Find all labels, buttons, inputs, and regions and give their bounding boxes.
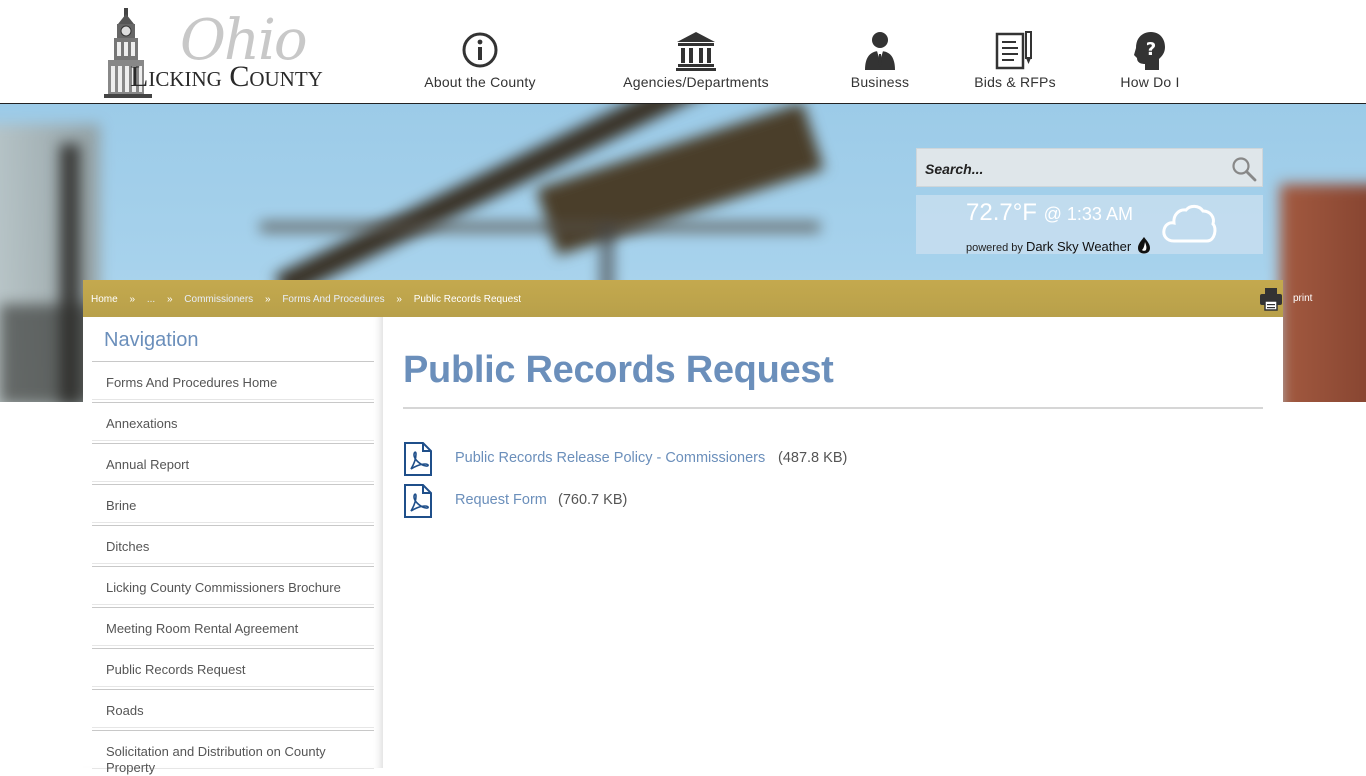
- document-pen-icon: [995, 31, 1032, 70]
- nav-label: About the County: [424, 74, 536, 90]
- courthouse-icon: [676, 32, 716, 71]
- pdf-icon: [404, 484, 432, 518]
- document-item: Request Form (760.7 KB): [403, 484, 1003, 520]
- nav-label: Agencies/Departments: [623, 74, 769, 90]
- breadcrumb-home[interactable]: Home: [91, 294, 118, 305]
- sidebar-heading: Navigation: [104, 329, 199, 351]
- nav-how-do-i[interactable]: ? How Do I: [1110, 28, 1190, 98]
- question-head-icon: ?: [1134, 32, 1165, 70]
- document-link[interactable]: Public Records Release Policy - Commissi…: [455, 450, 765, 466]
- sidebar-nav-list: Forms And Procedures Home Annexations An…: [92, 361, 374, 775]
- breadcrumb-current: Public Records Request: [413, 294, 521, 305]
- weather-provider: Dark Sky Weather: [1025, 239, 1132, 254]
- breadcrumb-separator: »: [166, 294, 173, 305]
- weather-widget[interactable]: 72.7°F @ 1:33 AM powered by Dark Sky Wea…: [916, 195, 1263, 254]
- search-icon[interactable]: [1230, 155, 1258, 183]
- dark-sky-logo-icon: [1138, 237, 1151, 254]
- powered-by-text: powered by: [966, 242, 1023, 254]
- pdf-icon: [404, 442, 432, 476]
- breadcrumb-forms-procedures[interactable]: Forms And Procedures: [282, 294, 384, 305]
- document-link[interactable]: Request Form: [455, 492, 547, 508]
- nav-business[interactable]: Business: [840, 28, 920, 98]
- breadcrumb-separator: »: [264, 294, 271, 305]
- logo-county-name: Licking County: [130, 60, 323, 93]
- title-divider: [403, 407, 1263, 409]
- weather-time: @ 1:33 AM: [1043, 204, 1133, 224]
- breadcrumb-separator: »: [396, 294, 402, 305]
- sidebar-item-brine[interactable]: Brine: [92, 484, 374, 523]
- document-item: Public Records Release Policy - Commissi…: [403, 442, 1003, 478]
- breadcrumb-ellipsis[interactable]: ...: [147, 294, 155, 305]
- sidebar-item-annual-report[interactable]: Annual Report: [92, 443, 374, 482]
- sidebar-item-forms-home[interactable]: Forms And Procedures Home: [92, 361, 374, 400]
- search-input[interactable]: [923, 155, 1227, 183]
- cloud-icon: [1162, 204, 1217, 243]
- print-label: print: [1293, 293, 1313, 304]
- svg-text:?: ?: [1146, 39, 1156, 60]
- breadcrumb: Home » ... » Commissioners » Forms And P…: [91, 294, 521, 305]
- document-size: (487.8 KB): [778, 450, 848, 466]
- sidebar: Navigation Forms And Procedures Home Ann…: [83, 317, 383, 775]
- businessman-icon: [865, 32, 895, 70]
- sidebar-item-brochure[interactable]: Licking County Commissioners Brochure: [92, 566, 374, 605]
- county-logo[interactable]: Ohio Licking County: [96, 2, 332, 102]
- main-content: Public Records Request Public Records Re…: [383, 317, 1283, 768]
- breadcrumb-separator: »: [129, 294, 136, 305]
- nav-label: Bids & RFPs: [974, 74, 1056, 90]
- sidebar-item-roads[interactable]: Roads: [92, 689, 374, 728]
- nav-agencies-departments[interactable]: Agencies/Departments: [616, 28, 776, 98]
- breadcrumb-commissioners[interactable]: Commissioners: [184, 294, 253, 305]
- nav-label: Business: [850, 74, 910, 90]
- site-header: Ohio Licking County About the County Age…: [0, 0, 1366, 104]
- printer-icon: [1260, 288, 1282, 311]
- weather-attribution: powered by Dark Sky Weather: [966, 236, 1152, 254]
- breadcrumb-bar: Home » ... » Commissioners » Forms And P…: [83, 280, 1312, 317]
- sidebar-item-solicitation[interactable]: Solicitation and Distribution on County …: [92, 730, 374, 775]
- weather-temperature-line: 72.7°F @ 1:33 AM: [966, 199, 1133, 227]
- nav-bids-rfps[interactable]: Bids & RFPs: [970, 28, 1060, 98]
- nav-label: How Do I: [1120, 74, 1180, 90]
- info-icon: [462, 32, 498, 68]
- search-box: [916, 148, 1263, 187]
- sidebar-item-ditches[interactable]: Ditches: [92, 525, 374, 564]
- document-size: (760.7 KB): [558, 492, 628, 508]
- sidebar-item-public-records[interactable]: Public Records Request: [92, 648, 374, 687]
- sidebar-item-meeting-room[interactable]: Meeting Room Rental Agreement: [92, 607, 374, 646]
- page-title: Public Records Request: [403, 349, 834, 391]
- weather-temperature: 72.7°F: [966, 199, 1037, 226]
- nav-about-county[interactable]: About the County: [420, 28, 540, 98]
- sidebar-item-annexations[interactable]: Annexations: [92, 402, 374, 441]
